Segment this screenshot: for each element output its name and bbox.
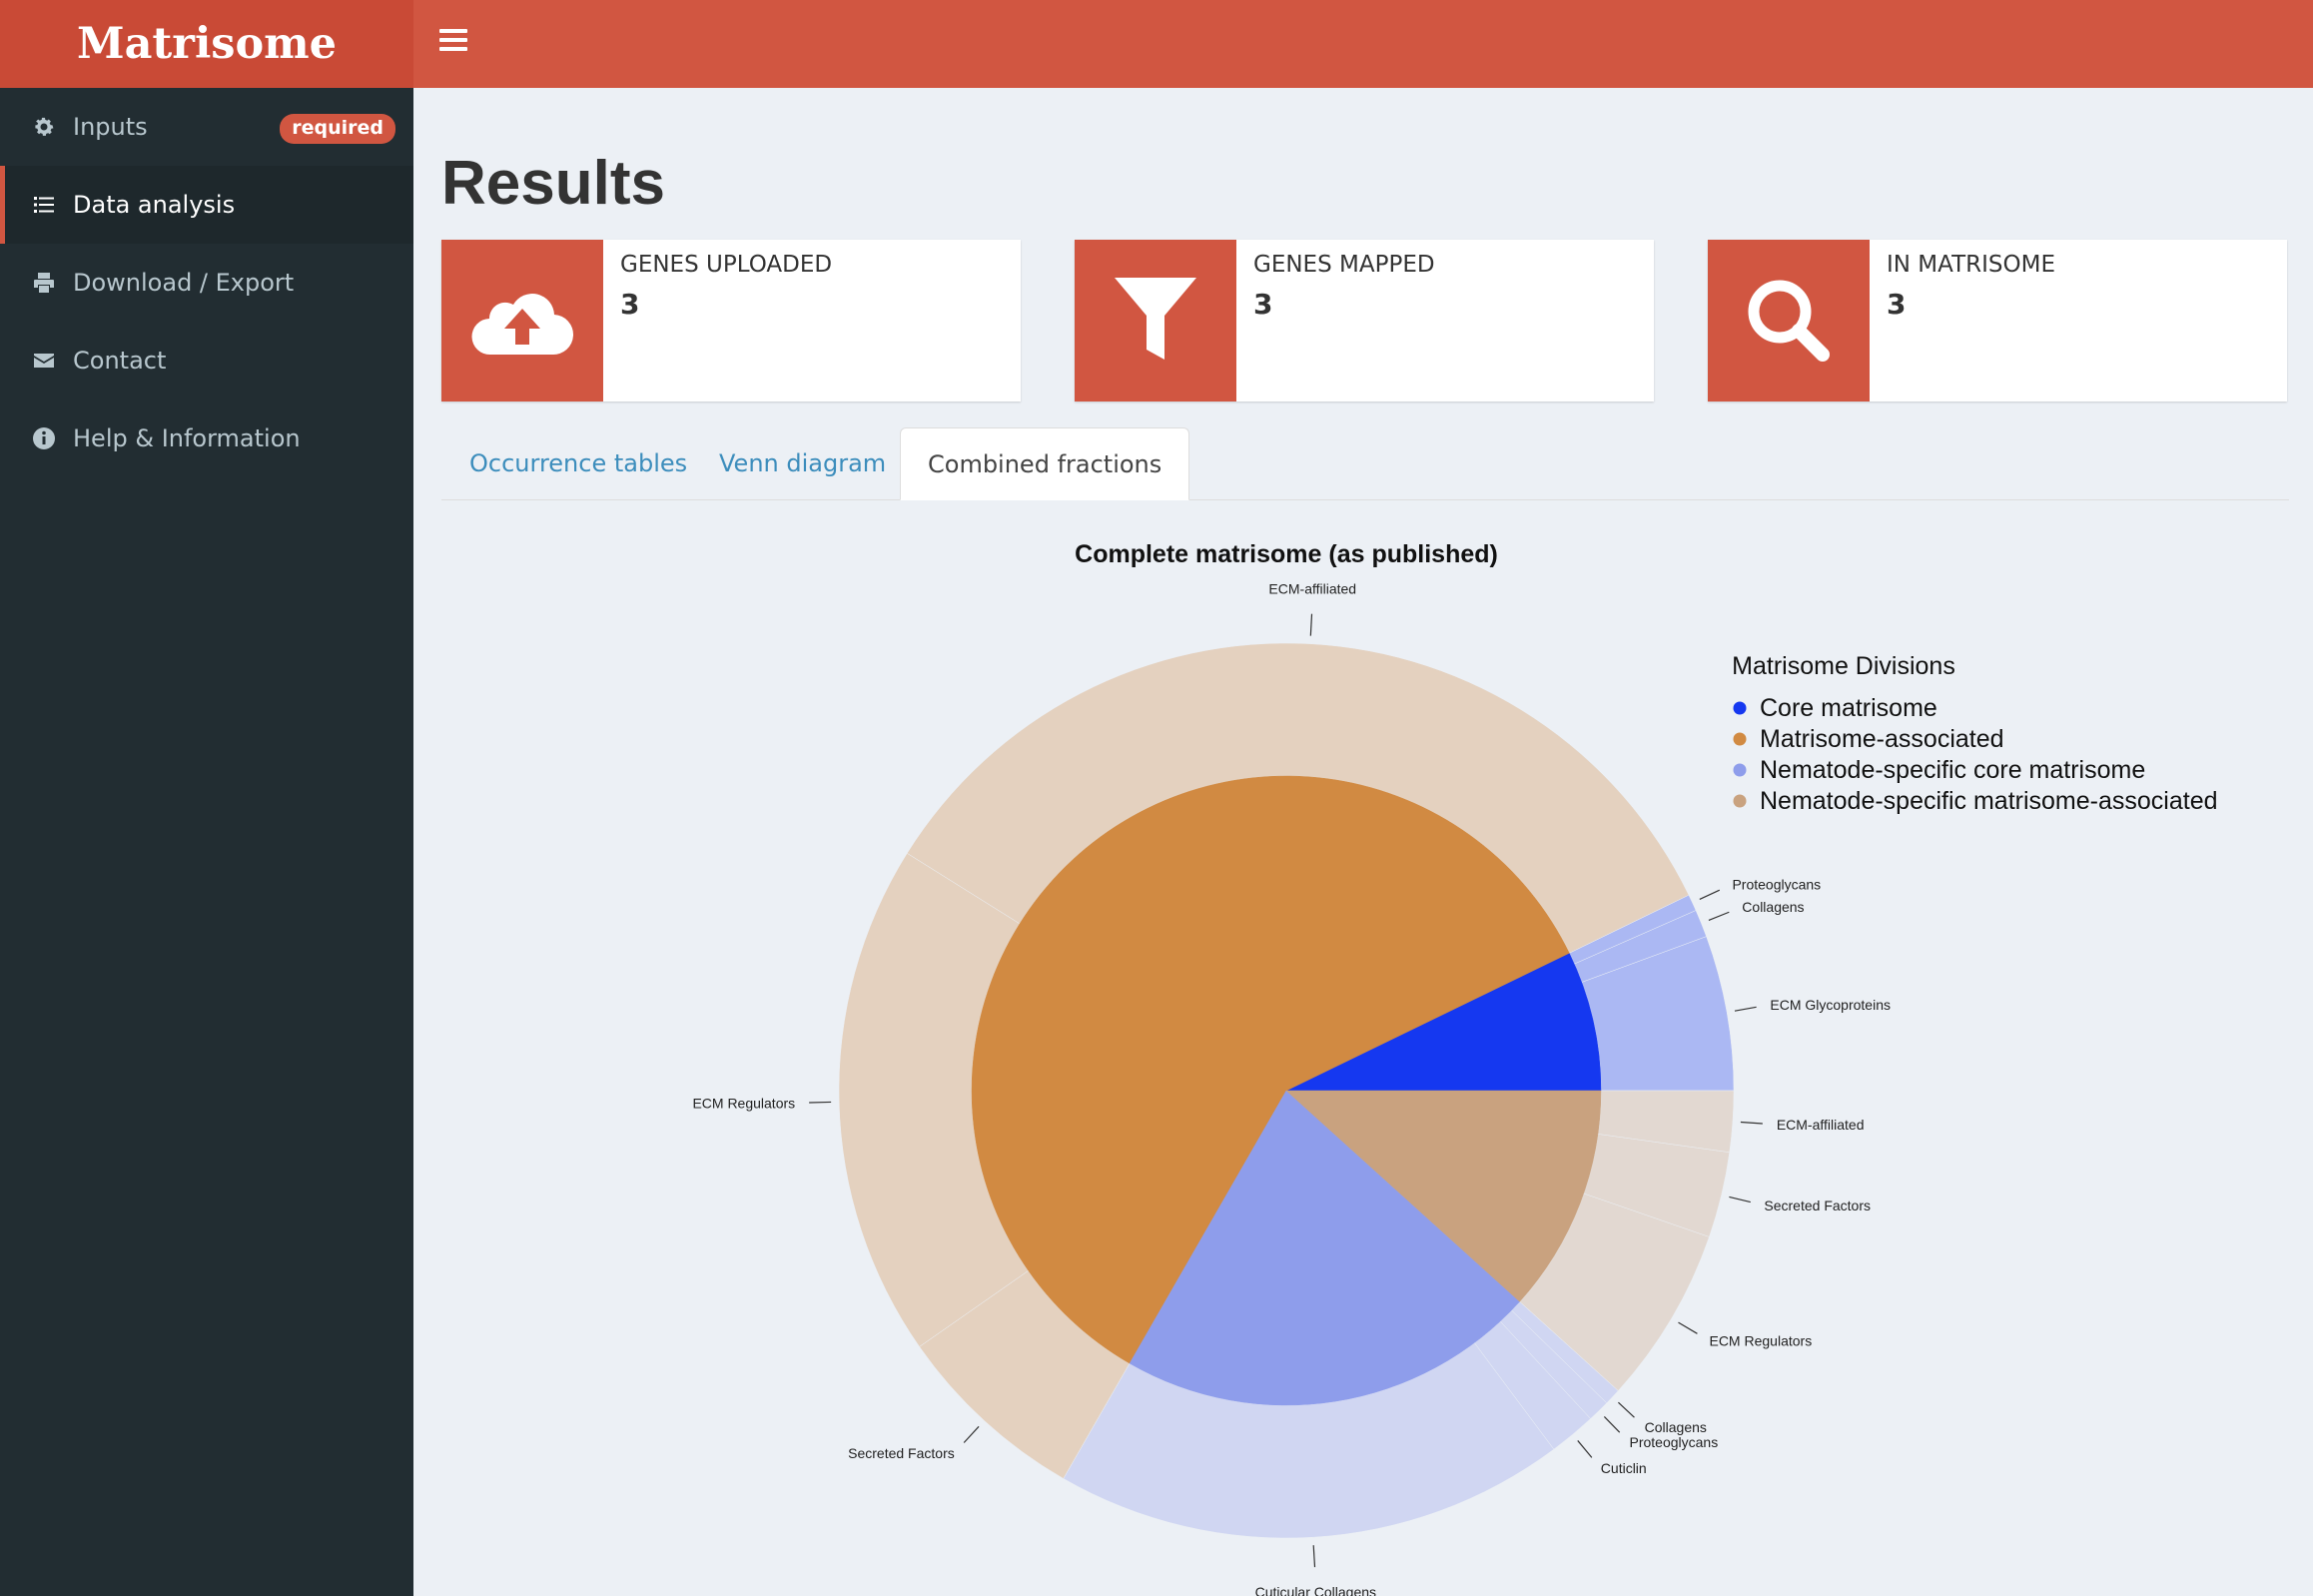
info-box-in-matrisome: IN MATRISOME 3: [1708, 240, 2287, 401]
label-leader-line: [1729, 1196, 1751, 1203]
label-leader-line: [1699, 889, 1721, 900]
top-navbar: [413, 0, 2313, 88]
sidebar-item-help[interactable]: Help & Information: [0, 399, 413, 477]
legend-entry: Matrisome-associated: [1760, 725, 2004, 753]
filter-icon: [1075, 240, 1236, 401]
search-icon: [1708, 240, 1870, 401]
legend-entry: Core matrisome: [1760, 694, 1937, 722]
label-leader-line: [1577, 1440, 1593, 1458]
sidebar-item-label: Download / Export: [73, 269, 295, 297]
slice-label: ECM Glycoproteins: [1770, 997, 1891, 1013]
slice-label: ECM-affiliated: [1777, 1117, 1865, 1133]
sidebar-item-label: Help & Information: [73, 424, 301, 452]
slice-label: Proteoglycans: [1629, 1434, 1718, 1450]
info-box-value: 3: [620, 288, 640, 321]
page-title: Results: [441, 149, 665, 218]
label-leader-line: [1309, 613, 1313, 636]
info-box-label: IN MATRISOME: [1887, 252, 2055, 278]
required-badge: required: [280, 114, 395, 144]
info-box-value: 3: [1887, 288, 1907, 321]
slice-label: ECM Regulators: [1709, 1332, 1812, 1348]
sidebar-item-data-analysis[interactable]: Data analysis: [0, 166, 413, 244]
label-leader-line: [1708, 911, 1730, 922]
label-leader-line: [963, 1425, 980, 1443]
info-icon: [31, 425, 57, 451]
label-leader-line: [1617, 1401, 1635, 1418]
legend-entry: Nematode-specific matrisome-associated: [1760, 787, 2218, 815]
slice-label: Secreted Factors: [848, 1445, 955, 1461]
chart-title: Complete matrisome (as published): [1075, 540, 1498, 568]
legend-title: Matrisome Divisions: [1732, 652, 1955, 680]
legend-marker: [1733, 763, 1747, 777]
legend-marker: [1733, 732, 1747, 746]
gear-icon: [31, 114, 57, 140]
app-logo[interactable]: Matrisome: [0, 0, 413, 88]
legend-entry: Nematode-specific core matrisome: [1760, 756, 2145, 784]
info-box-genes-mapped: GENES MAPPED 3: [1075, 240, 1654, 401]
printer-icon: [31, 270, 57, 296]
slice-label: Cuticlin: [1601, 1460, 1647, 1476]
sidebar-item-download-export[interactable]: Download / Export: [0, 244, 413, 322]
tab-occurrence-tables[interactable]: Occurrence tables: [469, 427, 687, 499]
slice-label: Collagens: [1645, 1419, 1707, 1435]
info-box-genes-uploaded: GENES UPLOADED 3: [441, 240, 1021, 401]
label-leader-line: [1312, 1545, 1316, 1568]
label-leader-line: [1734, 1006, 1757, 1012]
legend-marker: [1733, 794, 1747, 808]
sidebar-item-label: Contact: [73, 347, 167, 375]
tab-bar: Occurrence tables Venn diagram Combined …: [441, 427, 2289, 500]
sidebar: Inputs required Data analysis Download /…: [0, 88, 413, 1596]
label-leader-line: [1678, 1321, 1698, 1334]
slice-label: Collagens: [1742, 899, 1804, 915]
sidebar-item-contact[interactable]: Contact: [0, 322, 413, 399]
tab-venn-diagram[interactable]: Venn diagram: [719, 427, 886, 499]
combined-fractions-chart: Complete matrisome (as published) ECM Gl…: [692, 540, 2217, 1596]
slice-label: ECM Regulators: [692, 1095, 795, 1111]
legend-marker: [1733, 701, 1747, 715]
label-leader-line: [809, 1101, 832, 1104]
sidebar-item-label: Data analysis: [73, 191, 236, 219]
sidebar-item-label: Inputs: [73, 113, 148, 141]
slice-label: Cuticular Collagens: [1255, 1584, 1376, 1596]
hamburger-menu-icon[interactable]: [439, 29, 467, 53]
info-box-value: 3: [1253, 288, 1273, 321]
envelope-icon: [31, 348, 57, 374]
info-box-label: GENES UPLOADED: [620, 252, 833, 278]
sidebar-item-inputs[interactable]: Inputs required: [0, 88, 413, 166]
list-icon: [31, 192, 57, 218]
info-box-label: GENES MAPPED: [1253, 252, 1435, 278]
slice-label: ECM-affiliated: [1268, 581, 1356, 597]
label-leader-line: [1603, 1416, 1621, 1433]
label-leader-line: [1740, 1121, 1763, 1125]
tab-combined-fractions[interactable]: Combined fractions: [900, 427, 1190, 500]
slice-label: Secreted Factors: [1764, 1197, 1871, 1213]
slice-label: Proteoglycans: [1732, 876, 1821, 892]
chart-legend: Matrisome Divisions Core matrisome Matris…: [1732, 652, 2217, 815]
cloud-upload-icon: [441, 240, 603, 401]
